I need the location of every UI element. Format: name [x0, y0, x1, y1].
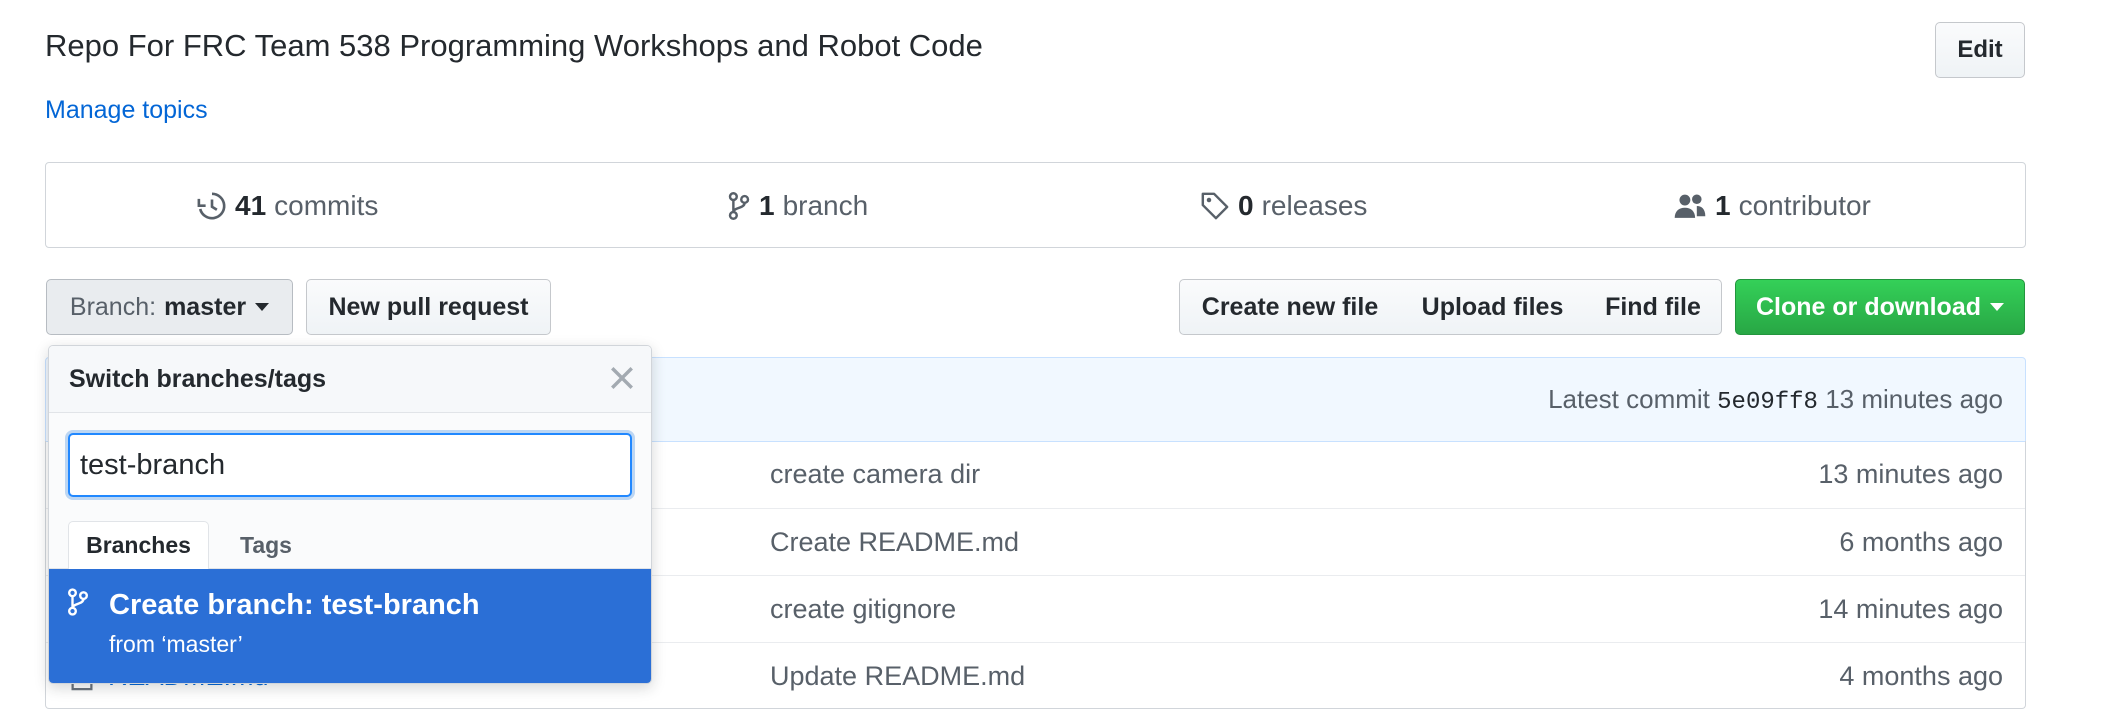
upload-files-button[interactable]: Upload files — [1400, 279, 1586, 335]
branch-current-value: master — [164, 292, 247, 321]
contributors-summary[interactable]: 1 contributor — [1673, 163, 1871, 249]
branch-filter-input[interactable] — [68, 433, 632, 497]
people-icon — [1674, 194, 1706, 218]
contributors-count: 1 — [1715, 190, 1731, 221]
commits-label: commits — [274, 190, 379, 221]
branches-summary[interactable]: 1 branch — [727, 163, 868, 249]
history-icon — [197, 192, 226, 220]
dropdown-filter-area — [49, 413, 651, 517]
commit-message-link[interactable]: Create README.md — [770, 527, 1019, 558]
git-branch-icon — [728, 192, 750, 220]
branch-switcher-dropdown: Switch branches/tags Branches Tags Creat… — [48, 345, 652, 684]
edit-description-button[interactable]: Edit — [1935, 22, 2025, 78]
commit-age: 6 months ago — [1839, 527, 2003, 557]
manage-topics-link[interactable]: Manage topics — [45, 96, 208, 125]
branch-select-button[interactable]: Branch: master — [46, 279, 293, 335]
releases-summary[interactable]: 0 releases — [1200, 163, 1367, 249]
repo-description: Repo For FRC Team 538 Programming Worksh… — [45, 28, 983, 63]
latest-commit-label: Latest commit — [1548, 384, 1710, 414]
new-pull-request-button[interactable]: New pull request — [306, 279, 551, 335]
branches-label: branch — [782, 190, 869, 221]
latest-commit-info: Latest commit 5e09ff8 13 minutes ago — [1548, 384, 2003, 416]
dropdown-title: Switch branches/tags — [69, 365, 327, 393]
close-icon[interactable] — [609, 365, 635, 391]
branch-prefix-label: Branch: — [69, 292, 157, 321]
branches-count: 1 — [759, 190, 775, 221]
create-new-file-button[interactable]: Create new file — [1179, 279, 1401, 335]
commit-age: 13 minutes ago — [1818, 459, 2003, 489]
clone-label: Clone or download — [1756, 292, 1981, 321]
commit-message-link[interactable]: create camera dir — [770, 459, 980, 490]
create-branch-title: Create branch: test-branch — [109, 589, 480, 621]
commit-age: 14 minutes ago — [1818, 594, 2003, 624]
commits-summary[interactable]: 41 commits — [197, 163, 378, 249]
latest-commit-age: 13 minutes ago — [1825, 384, 2003, 414]
releases-count: 0 — [1238, 190, 1254, 221]
git-branch-icon — [68, 588, 88, 616]
tag-icon — [1201, 192, 1229, 220]
create-branch-option[interactable]: Create branch: test-branch from ‘master’ — [49, 569, 651, 683]
find-file-button[interactable]: Find file — [1585, 279, 1722, 335]
clone-or-download-button[interactable]: Clone or download — [1735, 279, 2025, 335]
caret-down-icon — [255, 303, 270, 311]
tab-branches[interactable]: Branches — [68, 521, 209, 570]
create-branch-source: from ‘master’ — [109, 631, 243, 657]
tab-tags[interactable]: Tags — [231, 521, 301, 570]
commit-message-link[interactable]: Update README.md — [770, 661, 1025, 692]
releases-label: releases — [1261, 190, 1368, 221]
caret-down-icon — [1990, 303, 2004, 311]
contributors-label: contributor — [1738, 190, 1871, 221]
commit-message-link[interactable]: create gitignore — [770, 594, 956, 625]
commits-count: 41 — [235, 190, 267, 221]
dropdown-tabs: Branches Tags — [49, 517, 651, 570]
repo-summary-bar: 41 commits 1 branch 0 releases 1 contrib… — [45, 162, 2026, 248]
dropdown-header: Switch branches/tags — [49, 346, 651, 413]
commit-age: 4 months ago — [1839, 661, 2003, 691]
commit-sha-link[interactable]: 5e09ff8 — [1717, 389, 1818, 416]
